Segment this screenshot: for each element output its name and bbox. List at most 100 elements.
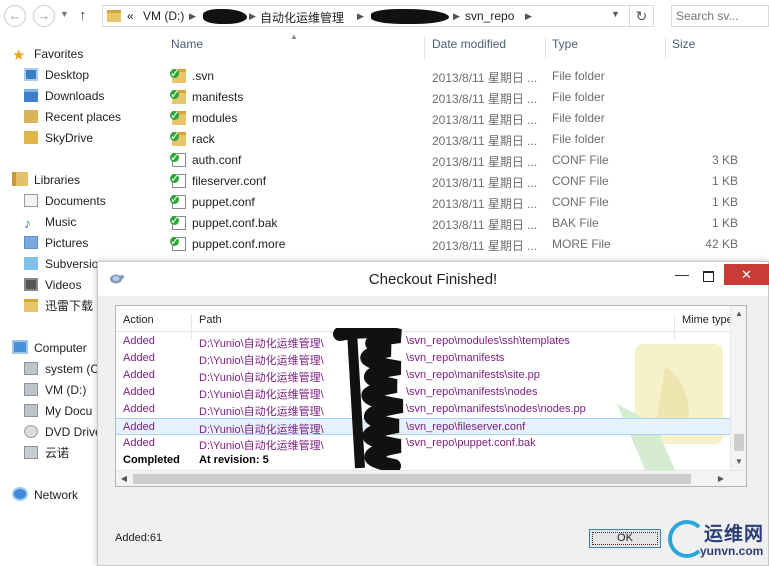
chevron-right-icon[interactable]: ▶ [357, 11, 364, 22]
result-row-completed[interactable]: Completed At revision: 5 [116, 452, 730, 469]
drive-icon [24, 404, 38, 417]
nav-item-my-documents[interactable]: My Docu [24, 401, 92, 421]
nav-item-pictures[interactable]: Pictures [24, 233, 88, 253]
file-row[interactable]: ✓ .svn 2013/8/11 星期日 ... File folder [170, 66, 769, 87]
scroll-up-arrow-icon[interactable]: ▲ [731, 306, 746, 322]
chevron-right-icon[interactable]: ▶ [525, 11, 532, 22]
svn-ok-icon: ✓ [170, 66, 181, 80]
breadcrumb-segment[interactable]: 自动化运维管理 [260, 9, 344, 26]
address-overflow[interactable]: « [127, 9, 134, 23]
nav-item-system-drive[interactable]: system (C [24, 359, 99, 379]
nav-favorites[interactable]: ★ Favorites [12, 44, 83, 64]
scroll-down-arrow-icon[interactable]: ▼ [731, 454, 746, 470]
vertical-scroll-thumb[interactable] [734, 434, 744, 451]
back-button[interactable]: ← [4, 5, 26, 27]
column-header-name[interactable]: Name [171, 37, 203, 59]
address-history-dropdown[interactable]: ▼ [611, 9, 620, 19]
nav-item-xunlei-downloads[interactable]: 迅雷下载 [24, 296, 93, 316]
column-header-date[interactable]: Date modified [432, 37, 506, 59]
nav-computer[interactable]: Computer [12, 338, 87, 358]
minimize-icon: — [675, 266, 689, 282]
nav-item-documents[interactable]: Documents [24, 191, 106, 211]
horizontal-scroll-thumb[interactable] [133, 474, 691, 484]
file-row[interactable]: ✓ puppet.conf 2013/8/11 星期日 ... CONF Fil… [170, 192, 769, 213]
close-button[interactable]: ✕ [724, 264, 769, 285]
scroll-right-arrow-icon[interactable]: ▶ [713, 471, 729, 486]
result-row[interactable]: Added D:\Yunio\自动化运维管理\ \svn_repo\manife… [116, 384, 730, 401]
added-summary: Added:61 [115, 532, 163, 544]
address-toolbar: ← → ▼ ↑ « VM (D:) ▶ ▶ 自动化运维管理 ▶ ▶ svn_re… [0, 0, 769, 32]
file-row[interactable]: ✓ rack 2013/8/11 星期日 ... File folder [170, 129, 769, 150]
star-icon: ★ [12, 47, 26, 64]
breadcrumb-segment[interactable]: VM (D:) [143, 9, 184, 23]
result-row[interactable]: Added D:\Yunio\自动化运维管理\ \svn_repo\module… [116, 333, 730, 350]
horizontal-scrollbar[interactable]: ◀ ▶ [116, 470, 746, 486]
svn-ok-icon: ✓ [170, 150, 181, 164]
minimize-button[interactable]: — [669, 267, 695, 287]
chevron-down-icon: ▼ [611, 9, 620, 19]
nav-item-music[interactable]: ♪ Music [24, 212, 76, 232]
chevron-down-icon: ▼ [60, 9, 69, 19]
desktop-icon [24, 68, 38, 81]
nav-item-skydrive[interactable]: SkyDrive [24, 128, 93, 148]
nav-libraries[interactable]: Libraries [12, 170, 80, 190]
scroll-left-arrow-icon[interactable]: ◀ [116, 471, 132, 486]
arrow-right-icon: → [37, 8, 51, 23]
documents-icon [24, 194, 38, 207]
vertical-scrollbar[interactable]: ▲ ▼ [730, 306, 746, 470]
search-input[interactable] [672, 6, 768, 26]
pictures-icon [24, 236, 38, 249]
column-divider[interactable] [545, 37, 546, 59]
ok-button[interactable]: OK [589, 529, 661, 548]
dialog-titlebar[interactable]: Checkout Finished! — ✕ [98, 262, 769, 296]
arrow-left-icon: ← [8, 8, 22, 23]
file-row[interactable]: ✓ puppet.conf.bak 2013/8/11 星期日 ... BAK … [170, 213, 769, 234]
result-row[interactable]: Added D:\Yunio\自动化运维管理\ \svn_repo\manife… [116, 367, 730, 384]
column-header-path[interactable]: Path [199, 314, 222, 326]
maximize-button[interactable] [695, 267, 721, 287]
breadcrumb-segment[interactable]: svn_repo [465, 9, 514, 23]
search-box[interactable] [671, 5, 769, 27]
column-header-size[interactable]: Size [672, 37, 695, 59]
file-row[interactable]: ✓ auth.conf 2013/8/11 星期日 ... CONF File … [170, 150, 769, 171]
drive-icon [24, 383, 38, 396]
result-row-selected[interactable]: Added D:\Yunio\自动化运维管理\ \svn_repo\filese… [116, 418, 730, 436]
nav-item-vm-drive[interactable]: VM (D:) [24, 380, 86, 400]
result-row[interactable]: Added D:\Yunio\自动化运维管理\ \svn_repo\puppet… [116, 435, 730, 452]
svn-ok-icon: ✓ [170, 234, 181, 248]
chevron-right-icon[interactable]: ▶ [453, 11, 460, 22]
nav-item-downloads[interactable]: Downloads [24, 86, 104, 106]
drive-icon [24, 362, 38, 375]
file-row[interactable]: ✓ fileserver.conf 2013/8/11 星期日 ... CONF… [170, 171, 769, 192]
nav-item-recent-places[interactable]: Recent places [24, 107, 121, 127]
svn-ok-icon: ✓ [170, 129, 181, 143]
nav-item-dvd-drive[interactable]: DVD Drive [24, 422, 102, 442]
nav-item-desktop[interactable]: Desktop [24, 65, 89, 85]
file-row[interactable]: ✓ manifests 2013/8/11 星期日 ... File folde… [170, 87, 769, 108]
file-row[interactable]: ✓ puppet.conf.more 2013/8/11 星期日 ... MOR… [170, 234, 769, 255]
column-header-type[interactable]: Type [552, 37, 578, 59]
nav-item-yunnuo[interactable]: 云诺 [24, 443, 69, 463]
skydrive-icon [24, 131, 38, 144]
recent-locations-dropdown[interactable]: ▼ [60, 9, 69, 19]
chevron-right-icon[interactable]: ▶ [189, 11, 196, 22]
chevron-right-icon[interactable]: ▶ [249, 11, 256, 22]
forward-button[interactable]: → [33, 5, 55, 27]
column-header-action[interactable]: Action [123, 314, 154, 326]
nav-item-subversion[interactable]: Subversio [24, 254, 98, 274]
checkout-results-list[interactable]: Action Path Mime type Added D:\Yunio\自动化… [115, 305, 747, 487]
nav-network[interactable]: Network [12, 485, 78, 505]
column-header-mime-type[interactable]: Mime type [682, 314, 733, 326]
refresh-button[interactable]: ↻ [630, 5, 654, 27]
nav-item-videos[interactable]: Videos [24, 275, 81, 295]
column-divider[interactable] [424, 37, 425, 59]
address-bar[interactable]: « VM (D:) ▶ ▶ 自动化运维管理 ▶ ▶ svn_repo ▶ [102, 5, 630, 27]
folder-icon [107, 10, 121, 22]
file-row[interactable]: ✓ modules 2013/8/11 星期日 ... File folder [170, 108, 769, 129]
column-divider[interactable] [665, 37, 666, 59]
libraries-icon [12, 172, 28, 186]
up-button[interactable]: ↑ [79, 7, 87, 24]
result-row[interactable]: Added D:\Yunio\自动化运维管理\ \svn_repo\manife… [116, 350, 730, 367]
result-row[interactable]: Added D:\Yunio\自动化运维管理\ \svn_repo\manife… [116, 401, 730, 418]
svn-ok-icon: ✓ [170, 87, 181, 101]
